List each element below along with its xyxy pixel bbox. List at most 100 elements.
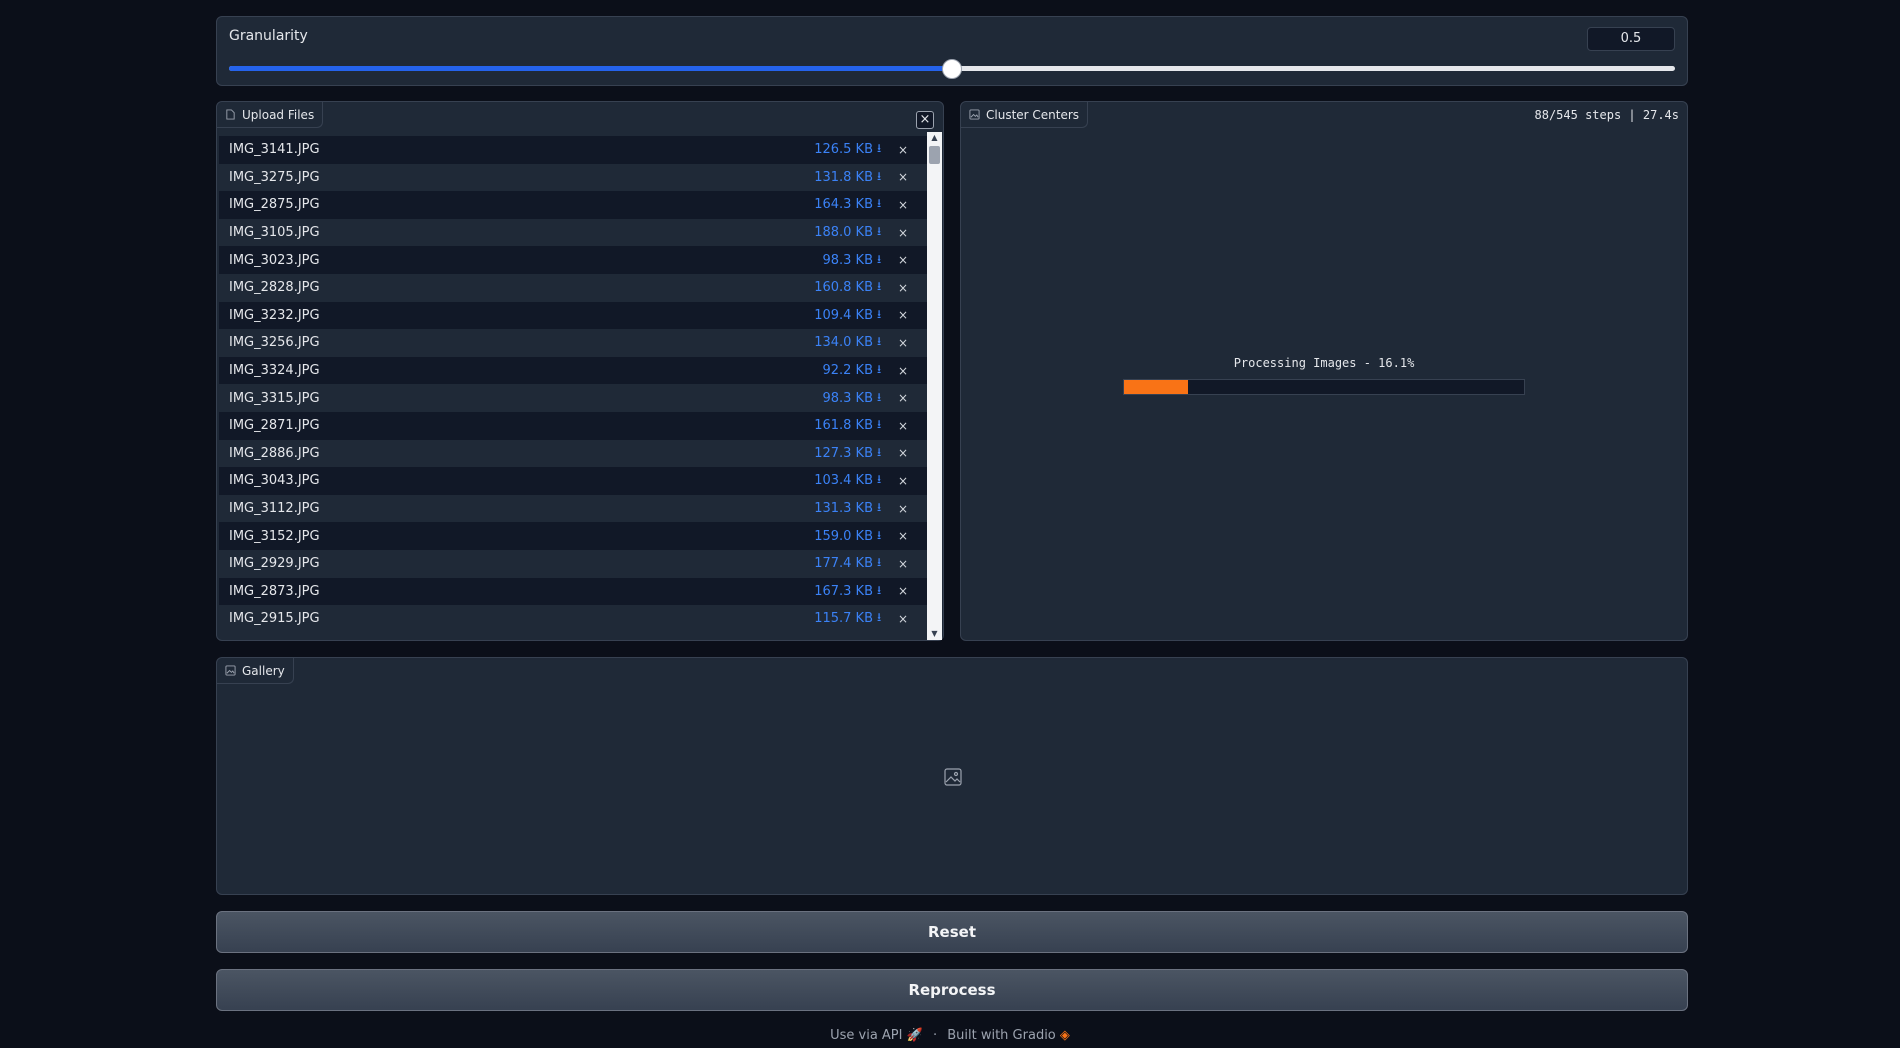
file-name: IMG_3275.JPG [229,169,320,185]
file-size-link[interactable]: 161.8 KB [814,418,873,433]
remove-file-button[interactable]: × [889,253,917,267]
scroll-down-arrow-icon[interactable]: ▼ [927,628,942,640]
file-row: IMG_2873.JPG 167.3 KB ⭳ × [219,577,927,606]
file-row: IMG_2871.JPG 161.8 KB ⭳ × [219,411,927,440]
file-name: IMG_3152.JPG [229,528,320,544]
footer-separator: · [932,1028,938,1043]
slider-thumb[interactable] [942,59,962,79]
file-size-link[interactable]: 103.4 KB [814,473,873,488]
file-size-link[interactable]: 164.3 KB [814,197,873,212]
granularity-slider[interactable] [229,59,1675,79]
progress-text: Processing Images - 16.1% [1233,356,1415,370]
progress-bar-fill [1124,380,1189,394]
progress-status: 88/545 steps | 27.4s [1534,108,1680,122]
remove-file-button[interactable]: × [889,529,917,543]
clear-files-button[interactable]: × [916,111,934,129]
remove-file-button[interactable]: × [889,391,917,405]
file-name: IMG_2828.JPG [229,280,320,296]
gallery-panel: Gallery [216,657,1688,895]
scrollbar-handle[interactable] [929,146,940,164]
use-via-api-link[interactable]: Use via API [830,1028,902,1043]
file-row: IMG_3324.JPG 92.2 KB ⭳ × [219,356,927,385]
download-icon[interactable]: ⭳ [877,222,889,243]
reset-button[interactable]: Reset [216,911,1688,953]
remove-file-button[interactable]: × [889,281,917,295]
file-name: IMG_3232.JPG [229,307,320,323]
remove-file-button[interactable]: × [889,143,917,157]
file-row: IMG_3232.JPG 109.4 KB ⭳ × [219,301,927,330]
file-name: IMG_2915.JPG [229,611,320,627]
file-size-link[interactable]: 134.0 KB [814,335,873,350]
file-size-link[interactable]: 177.4 KB [814,556,873,571]
download-icon[interactable]: ⭳ [877,194,889,215]
file-size-link[interactable]: 92.2 KB [822,363,873,378]
remove-file-button[interactable]: × [889,446,917,460]
download-icon[interactable]: ⭳ [877,415,889,436]
download-icon[interactable]: ⭳ [877,470,889,491]
file-size-link[interactable]: 131.3 KB [814,501,873,516]
remove-file-button[interactable]: × [889,364,917,378]
file-size-link[interactable]: 98.3 KB [822,253,873,268]
file-list-scrollbar[interactable]: ▲ ▼ [927,132,942,640]
gradio-logo-icon: ◈ [1059,1028,1070,1043]
empty-gallery-image-icon [944,768,962,786]
file-row: IMG_3275.JPG 131.8 KB ⭳ × [219,163,927,192]
gallery-label: Gallery [242,663,285,678]
cluster-centers-label: Cluster Centers [986,107,1080,122]
progress-bar [1123,379,1525,395]
file-size-link[interactable]: 109.4 KB [814,308,873,323]
remove-file-button[interactable]: × [889,502,917,516]
download-icon[interactable]: ⭳ [877,608,889,629]
remove-file-button[interactable]: × [889,557,917,571]
download-icon[interactable]: ⭳ [877,167,889,188]
download-icon[interactable]: ⭳ [877,443,889,464]
remove-file-button[interactable]: × [889,336,917,350]
download-icon[interactable]: ⭳ [877,277,889,298]
remove-file-button[interactable]: × [889,170,917,184]
download-icon[interactable]: ⭳ [877,332,889,353]
file-row: IMG_3105.JPG 188.0 KB ⭳ × [219,218,927,247]
remove-file-button[interactable]: × [889,612,917,626]
file-size-link[interactable]: 188.0 KB [814,225,873,240]
file-size-link[interactable]: 131.8 KB [814,170,873,185]
remove-file-button[interactable]: × [889,474,917,488]
file-name: IMG_3105.JPG [229,225,320,241]
download-icon[interactable]: ⭳ [877,250,889,271]
download-icon[interactable]: ⭳ [877,388,889,409]
file-size-link[interactable]: 167.3 KB [814,584,873,599]
download-icon[interactable]: ⭳ [877,581,889,602]
granularity-label: Granularity [229,28,308,44]
download-icon[interactable]: ⭳ [877,553,889,574]
remove-file-button[interactable]: × [889,584,917,598]
file-size-link[interactable]: 98.3 KB [822,391,873,406]
file-name: IMG_2875.JPG [229,197,320,213]
download-icon[interactable]: ⭳ [877,139,889,160]
file-name: IMG_2871.JPG [229,418,320,434]
download-icon[interactable]: ⭳ [877,360,889,381]
built-with-gradio-link[interactable]: Built with Gradio [947,1028,1056,1043]
file-size-link[interactable]: 159.0 KB [814,529,873,544]
remove-file-button[interactable]: × [889,198,917,212]
file-name: IMG_2873.JPG [229,583,320,599]
remove-file-button[interactable]: × [889,226,917,240]
rocket-icon: 🚀 [906,1028,923,1043]
file-size-link[interactable]: 126.5 KB [814,142,873,157]
image-icon [225,665,236,676]
remove-file-button[interactable]: × [889,308,917,322]
download-icon[interactable]: ⭳ [877,498,889,519]
remove-file-button[interactable]: × [889,419,917,433]
file-name: IMG_3256.JPG [229,335,320,351]
download-icon[interactable]: ⭳ [877,305,889,326]
file-row: IMG_2886.JPG 127.3 KB ⭳ × [219,439,927,468]
file-row: IMG_2828.JPG 160.8 KB ⭳ × [219,273,927,302]
file-size-link[interactable]: 115.7 KB [814,611,873,626]
file-size-link[interactable]: 127.3 KB [814,446,873,461]
reprocess-button[interactable]: Reprocess [216,969,1688,1011]
file-size-link[interactable]: 160.8 KB [814,280,873,295]
file-icon [226,109,235,120]
file-row: IMG_3043.JPG 103.4 KB ⭳ × [219,467,927,495]
granularity-number-input[interactable]: 0.5 [1587,27,1675,51]
scroll-up-arrow-icon[interactable]: ▲ [927,132,942,144]
download-icon[interactable]: ⭳ [877,526,889,547]
file-row: IMG_3112.JPG 131.3 KB ⭳ × [219,494,927,523]
